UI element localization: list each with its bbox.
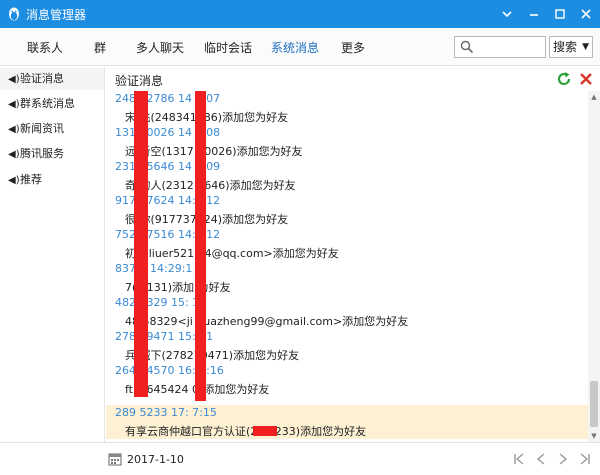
scroll-down-icon[interactable]: ▼ [588,430,600,442]
message-text: 很 你(917737624)添加您为好友 [125,213,289,226]
list-item[interactable]: 2782 9471 15: 21 兵 城下(278279471)添加您为好友 [106,329,588,363]
message-text: 奇 的人(2312 5646)添加您为好友 [125,179,296,192]
message-text: 兵 城下(278279471)添加您为好友 [125,349,300,362]
chevron-down-icon [502,11,512,18]
search-input[interactable] [477,38,543,56]
minimize-button[interactable] [523,4,545,24]
search-box[interactable] [454,36,546,58]
chevron-left-icon [536,453,545,465]
sidebar: ◀)验证消息 ◀)群系统消息 ◀)新闻资讯 ◀)腾讯服务 ◀)推荐 [0,67,105,442]
scroll-thumb[interactable] [590,381,598,427]
redaction-bar [195,91,206,401]
sidebar-item-label: 验证消息 [20,72,64,85]
sidebar-item-news[interactable]: ◀)新闻资讯 [0,118,104,140]
list-item[interactable]: 2312 5646 14 9:09 奇 的人(2312 5646)添加您为好友 [106,159,588,193]
redaction-bar [134,91,148,397]
sidebar-item-label: 推荐 [20,173,42,186]
maximize-icon [555,9,565,19]
message-text: 远 听空(1317 00026)添加您为好友 [125,145,303,158]
window-title: 消息管理器 [26,8,87,22]
tab-groups[interactable]: 群 [94,39,106,56]
tab-more[interactable]: 更多 [341,39,365,56]
speaker-icon: ◀) [8,99,20,110]
search-scope-select[interactable]: 搜索 ▼ [549,36,593,58]
list-item[interactable]: 837 1 14:29:1 7( 7131)添加 为好友 [106,261,588,295]
list-item[interactable]: 482 8329 15: 14 48 58329<ji huazheng99@g… [106,295,588,329]
prev-page-button[interactable] [532,449,550,469]
search-icon [460,40,474,54]
nav-bar: 联系人 群 多人聊天 临时会话 系统消息 更多 搜索 ▼ [0,28,600,66]
message-list: 2483 2786 14 9:07 宋 飞(248341786)添加您为好友 1… [106,91,588,442]
delete-icon[interactable] [578,71,594,87]
speaker-icon: ◀) [8,149,20,160]
chevron-right-icon [559,453,568,465]
sidebar-item-label: 新闻资讯 [20,122,64,135]
message-panel: 验证消息 2483 2786 14 9:07 宋 飞(248341786)添加您… [106,67,600,442]
refresh-icon[interactable] [556,71,572,87]
panel-header: 验证消息 [106,67,600,91]
panel-title: 验证消息 [115,74,164,88]
message-time: 482 8329 15: 14 [115,296,207,309]
maximize-button[interactable] [549,4,571,24]
message-text: 初 <liuer521 14@qq.com>添加您为好友 [125,247,339,260]
next-page-button[interactable] [554,449,572,469]
list-item[interactable]: 7527 7516 14:2 12 初 <liuer521 14@qq.com>… [106,227,588,261]
close-button[interactable] [575,4,597,24]
redaction-bar [253,426,277,436]
first-page-icon [514,453,524,465]
tab-system-messages[interactable]: 系统消息 [271,39,319,56]
sidebar-item-label: 群系统消息 [20,97,75,110]
message-text: 宋 飞(248341786)添加您为好友 [125,111,289,124]
scroll-up-icon[interactable]: ▲ [588,91,600,103]
list-item[interactable]: 1317 0026 14 9:08 远 听空(1317 00026)添加您为好友 [106,125,588,159]
speaker-icon: ◀) [8,124,20,135]
first-page-button[interactable] [510,449,528,469]
dropdown-menu-button[interactable] [496,4,518,24]
close-icon [581,9,591,19]
last-page-button[interactable] [576,449,594,469]
date-display[interactable]: 2017-1-10 [127,453,184,466]
sidebar-item-verification[interactable]: ◀)验证消息 [0,68,104,90]
footer-bar: 2017-1-10 [0,442,600,475]
sidebar-item-group-system[interactable]: ◀)群系统消息 [0,93,104,115]
title-bar: 消息管理器 [0,0,600,28]
sidebar-item-label: 腾讯服务 [20,147,64,160]
speaker-icon: ◀) [8,74,20,85]
speaker-icon: ◀) [8,175,20,186]
qq-penguin-icon [9,7,19,21]
message-time: 289 5233 17: 7:15 [115,406,217,419]
minimize-icon [530,14,538,16]
sidebar-item-tencent-service[interactable]: ◀)腾讯服务 [0,143,104,165]
list-item[interactable]: 2483 2786 14 9:07 宋 飞(248341786)添加您为好友 [106,91,588,125]
message-time: 2645 4570 16: 2:16 [115,364,224,377]
last-page-icon [580,453,590,465]
sidebar-item-recommend[interactable]: ◀)推荐 [0,169,104,191]
vertical-scrollbar[interactable]: ▲ ▼ [588,91,600,442]
tab-multi-chat[interactable]: 多人聊天 [136,39,184,56]
list-item-selected[interactable]: 289 5233 17: 7:15 有享云商仲越口官方认证(28 5233)添加… [106,405,588,439]
message-time: 837 1 14:29:1 [115,262,193,275]
search-scope-label: 搜索 [553,40,578,54]
message-text: 有享云商仲越口官方认证(28 5233)添加您为好友 [125,425,367,438]
calendar-icon[interactable] [108,452,122,466]
list-item[interactable]: 2645 4570 16: 2:16 fti 2645424 0)添加您为好友 [106,363,588,397]
list-item[interactable]: 9177 7624 14:2 12 很 你(917737624)添加您为好友 [106,193,588,227]
tab-contacts[interactable]: 联系人 [27,39,63,56]
caret-down-icon: ▼ [582,42,589,52]
tab-temp-session[interactable]: 临时会话 [204,39,252,56]
message-text: 48 58329<ji huazheng99@gmail.com>添加您为好友 [125,315,409,328]
